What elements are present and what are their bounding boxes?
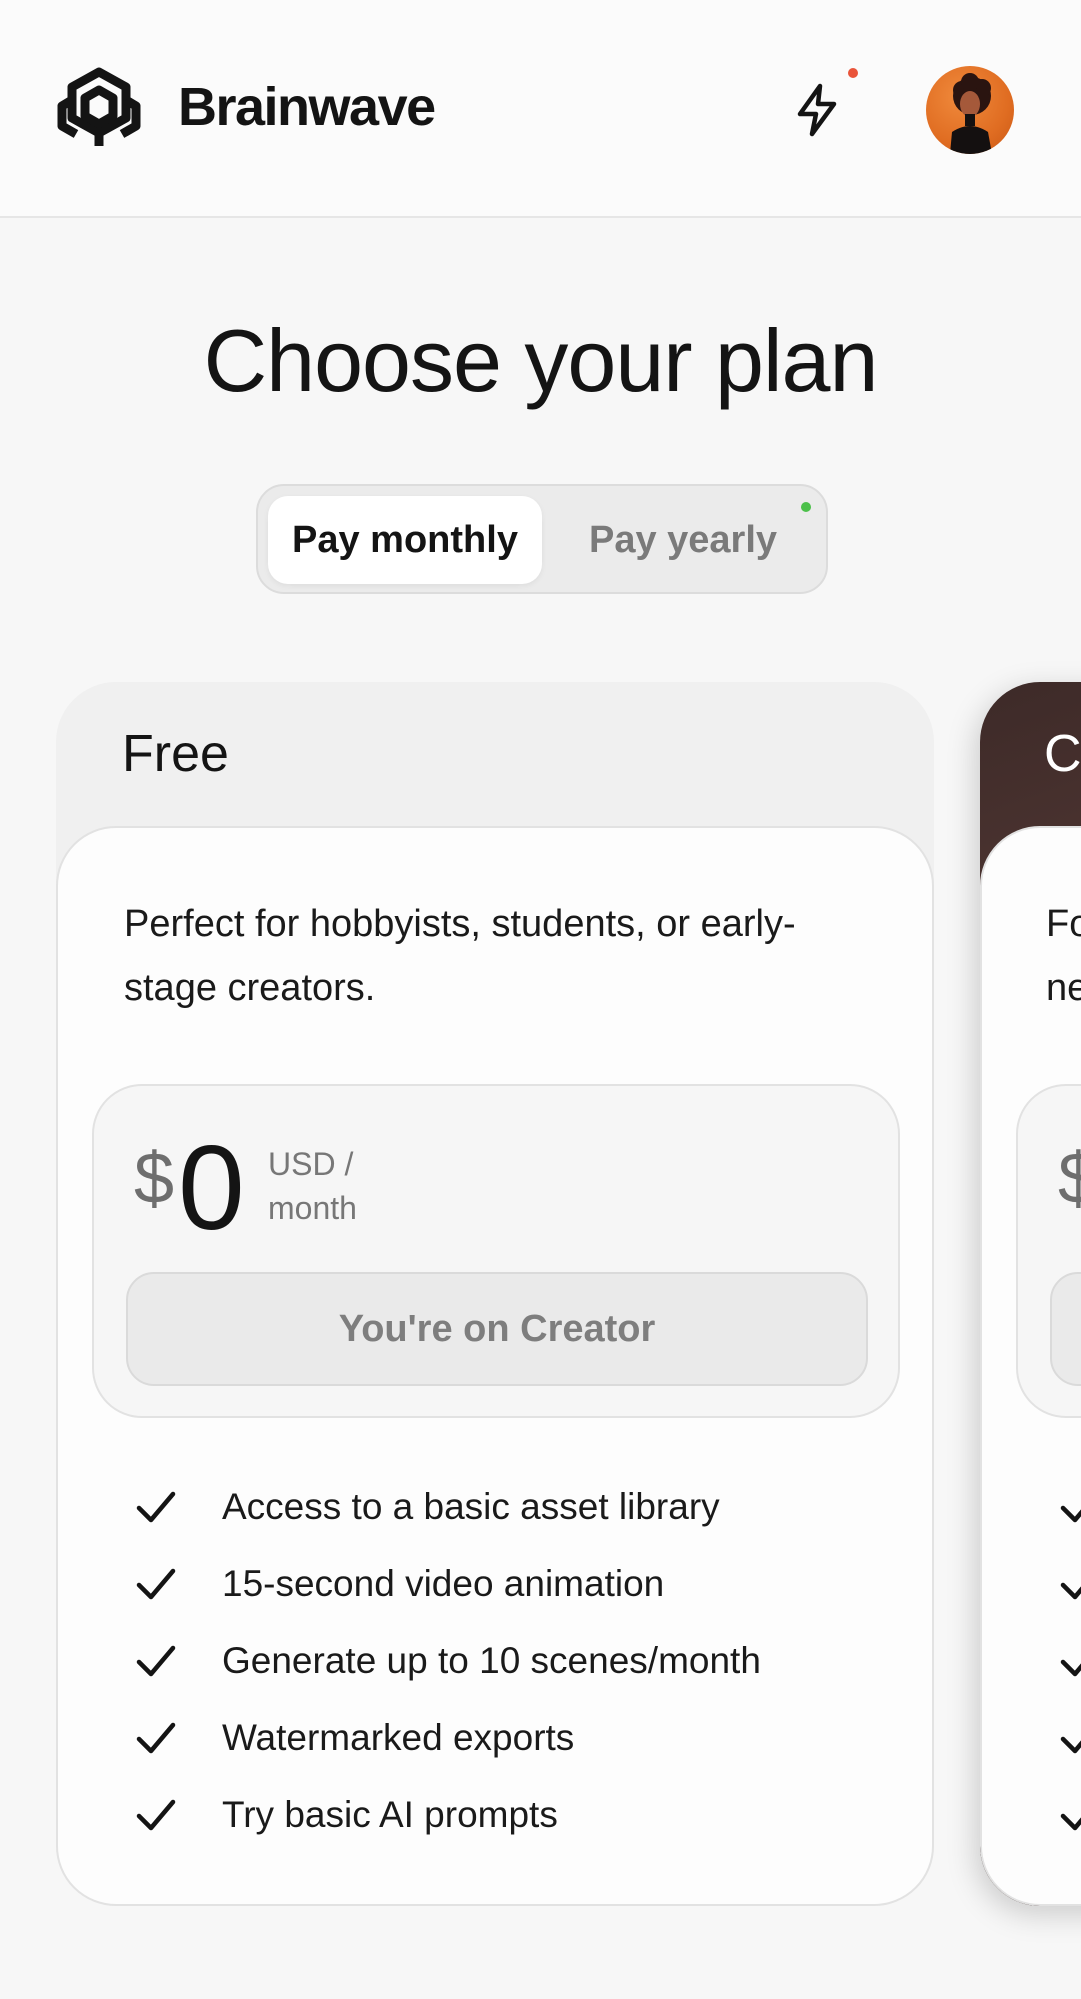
billing-toggle: Pay monthly Pay yearly — [256, 484, 828, 594]
plan-description-line: Fo — [1046, 903, 1081, 945]
plan-card-body: Perfect for hobbyists, students, or earl… — [56, 826, 934, 1906]
lightning-bolt-icon[interactable] — [792, 82, 842, 138]
pay-yearly-button[interactable]: Pay yearly — [548, 496, 818, 584]
check-icon — [1060, 1736, 1081, 1753]
pricing-page: Brainwave Choose your plan Pay monthly P… — [0, 0, 1081, 1999]
notification-dot — [848, 68, 858, 78]
feature-item — [1058, 1699, 1081, 1776]
feature-text: Generate up to 10 scenes/month — [222, 1639, 761, 1681]
current-plan-button[interactable]: You're on Creator — [126, 1272, 868, 1386]
check-icon — [136, 1799, 176, 1830]
brainwave-logo-icon[interactable] — [56, 66, 142, 152]
price-currency: $ — [134, 1139, 175, 1219]
feature-item: Access to a basic asset library — [134, 1468, 761, 1545]
check-icon — [1060, 1659, 1081, 1676]
price-box: $ — [1016, 1084, 1081, 1418]
feature-item: Try basic AI prompts — [134, 1776, 761, 1853]
yearly-discount-dot — [801, 502, 811, 512]
feature-list — [1058, 1468, 1081, 1853]
check-icon — [136, 1568, 176, 1599]
feature-list: Access to a basic asset library 15-secon… — [134, 1468, 761, 1853]
plan-description: Fo ne — [1046, 892, 1081, 1020]
feature-item: Generate up to 10 scenes/month — [134, 1622, 761, 1699]
pay-monthly-button[interactable]: Pay monthly — [268, 496, 542, 584]
feature-text: Watermarked exports — [222, 1716, 575, 1758]
plan-card-creator[interactable]: C Fo ne $ — [980, 682, 1081, 1906]
feature-item — [1058, 1545, 1081, 1622]
price-unit-currency: USD / — [268, 1146, 354, 1182]
feature-item: Watermarked exports — [134, 1699, 761, 1776]
feature-text: Access to a basic asset library — [222, 1485, 720, 1527]
plan-description-line: ne — [1046, 967, 1081, 1009]
plan-card-body: Fo ne $ — [980, 826, 1081, 1906]
feature-text: 15-second video animation — [222, 1562, 665, 1604]
check-icon — [136, 1645, 176, 1676]
price-unit: USD / month — [268, 1142, 408, 1230]
price-amount: 0 — [178, 1121, 245, 1255]
check-icon — [1060, 1582, 1081, 1599]
brand-name: Brainwave — [178, 77, 436, 137]
user-avatar[interactable] — [926, 66, 1014, 154]
plan-description: Perfect for hobbyists, students, or earl… — [124, 903, 796, 1009]
plan-name: Free — [122, 725, 229, 783]
check-icon — [136, 1722, 176, 1753]
plan-select-button[interactable] — [1050, 1272, 1081, 1386]
price-box: $ 0 USD / month You're on Creator — [92, 1084, 900, 1418]
price-currency: $ — [1058, 1139, 1081, 1219]
feature-item — [1058, 1776, 1081, 1853]
page-title: Choose your plan — [203, 311, 879, 410]
plan-name: C — [1044, 725, 1081, 783]
check-icon — [1060, 1813, 1081, 1830]
feature-item — [1058, 1468, 1081, 1545]
check-icon — [1060, 1505, 1081, 1522]
price-unit-period: month — [268, 1190, 357, 1226]
check-icon — [136, 1491, 176, 1522]
feature-item — [1058, 1622, 1081, 1699]
plan-card-free: Free Perfect for hobbyists, students, or… — [56, 682, 934, 1906]
feature-text: Try basic AI prompts — [222, 1793, 558, 1835]
top-header: Brainwave — [0, 0, 1081, 218]
feature-item: 15-second video animation — [134, 1545, 761, 1622]
